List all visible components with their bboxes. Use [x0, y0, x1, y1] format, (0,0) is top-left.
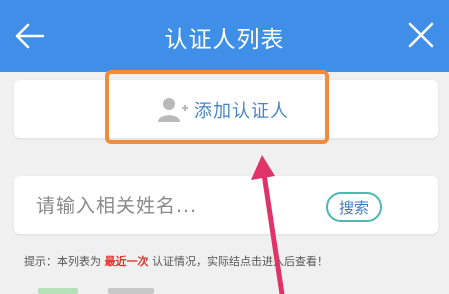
- highlight-box: [105, 70, 329, 144]
- header-bar: 认证人列表: [0, 0, 449, 72]
- close-icon: [408, 22, 434, 48]
- tip-suffix: 点击进入后查看！: [240, 255, 328, 268]
- search-button[interactable]: 搜索: [326, 192, 382, 222]
- blurred-list-item: [108, 288, 154, 294]
- tip-text: 提示：本列表为 最近一次 认证情况，实际结点击进入后查看！: [24, 253, 328, 269]
- blurred-list-item: [38, 288, 78, 294]
- close-button[interactable]: [403, 17, 439, 53]
- tip-prefix: 提示：本列表为: [24, 255, 101, 268]
- search-input[interactable]: [36, 190, 306, 222]
- page-title: 认证人列表: [164, 27, 285, 53]
- tip-middle: 认证情况，实际结: [152, 255, 240, 268]
- tip-highlight: 最近一次: [104, 255, 149, 268]
